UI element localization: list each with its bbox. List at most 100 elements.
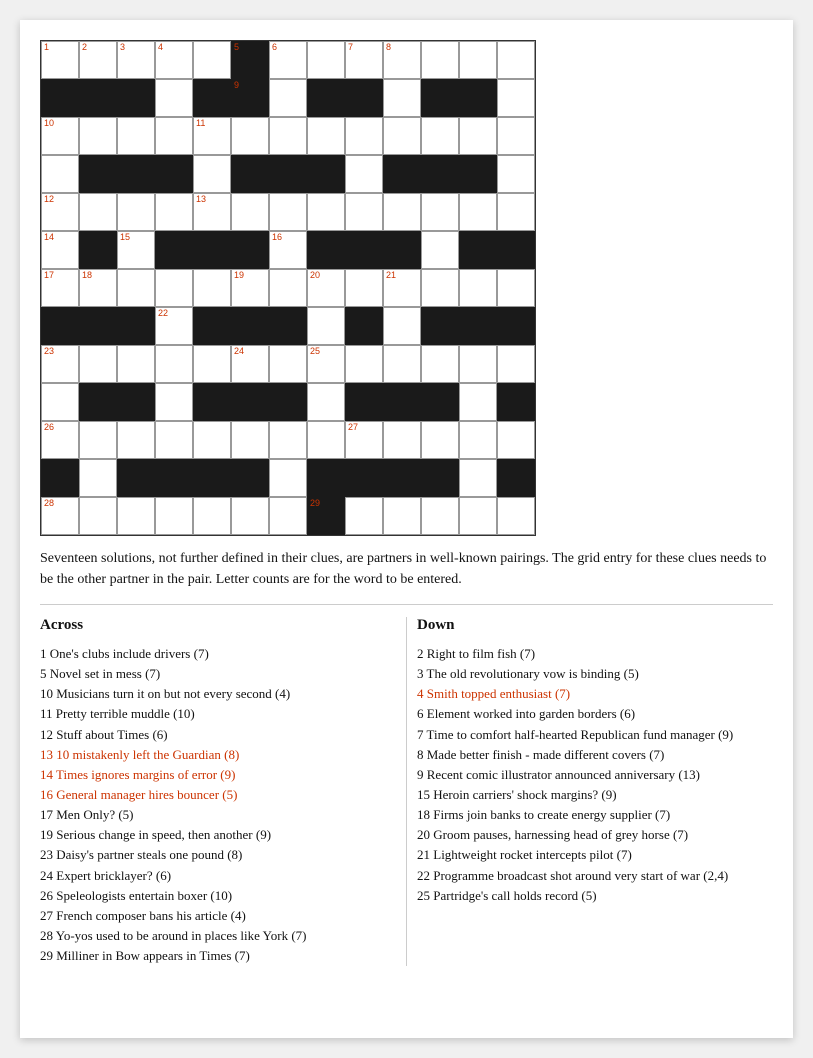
cell-r10-c11 <box>459 421 497 459</box>
clue-item: 27 French composer bans his article (4) <box>40 906 396 926</box>
cell-r10-c7 <box>307 421 345 459</box>
cell-r2-c10 <box>421 117 459 155</box>
cell-r6-c3 <box>155 269 193 307</box>
cell-r6-c7: 20 <box>307 269 345 307</box>
cell-r4-c7 <box>307 193 345 231</box>
cell-r10-c12 <box>497 421 535 459</box>
cell-r8-c12 <box>497 345 535 383</box>
cell-r6-c5: 19 <box>231 269 269 307</box>
cell-r4-c4: 13 <box>193 193 231 231</box>
cell-r5-c0: 14 <box>41 231 79 269</box>
cell-r8-c4 <box>193 345 231 383</box>
cell-r1-c1 <box>79 79 117 117</box>
clue-item: 3 The old revolutionary vow is binding (… <box>417 664 773 684</box>
cell-r0-c12 <box>497 41 535 79</box>
cell-r11-c12 <box>497 459 535 497</box>
cell-r11-c3 <box>155 459 193 497</box>
cell-r3-c10 <box>421 155 459 193</box>
cell-number-16: 16 <box>272 233 282 242</box>
cell-r2-c8 <box>345 117 383 155</box>
cell-r5-c3 <box>155 231 193 269</box>
clue-item: 23 Daisy's partner steals one pound (8) <box>40 845 396 865</box>
cell-r10-c5 <box>231 421 269 459</box>
cell-r2-c11 <box>459 117 497 155</box>
cell-r2-c12 <box>497 117 535 155</box>
cell-r1-c8 <box>345 79 383 117</box>
clue-item: 25 Partridge's call holds record (5) <box>417 886 773 906</box>
cell-r6-c4 <box>193 269 231 307</box>
cell-r0-c11 <box>459 41 497 79</box>
clue-item: 29 Milliner in Bow appears in Times (7) <box>40 946 396 966</box>
cell-r7-c1 <box>79 307 117 345</box>
cell-number-27: 27 <box>348 423 358 432</box>
cell-r6-c1: 18 <box>79 269 117 307</box>
cell-r9-c6 <box>269 383 307 421</box>
cell-number-9: 9 <box>234 81 239 90</box>
cell-r7-c9 <box>383 307 421 345</box>
cell-r4-c11 <box>459 193 497 231</box>
cell-r0-c10 <box>421 41 459 79</box>
clue-item: 2 Right to film fish (7) <box>417 644 773 664</box>
cell-r10-c0: 26 <box>41 421 79 459</box>
cell-r8-c5: 24 <box>231 345 269 383</box>
cell-number-5: 5 <box>234 43 239 52</box>
cell-number-17: 17 <box>44 271 54 280</box>
cell-r8-c11 <box>459 345 497 383</box>
cell-r4-c0: 12 <box>41 193 79 231</box>
cell-r4-c1 <box>79 193 117 231</box>
cell-number-7: 7 <box>348 43 353 52</box>
cell-r0-c4 <box>193 41 231 79</box>
clue-item: 10 Musicians turn it on but not every se… <box>40 684 396 704</box>
clue-item: 18 Firms join banks to create energy sup… <box>417 805 773 825</box>
crossword-grid: 1234567891011121314151617181920212223242… <box>40 40 536 536</box>
cell-r11-c8 <box>345 459 383 497</box>
cell-r9-c8 <box>345 383 383 421</box>
cell-r11-c9 <box>383 459 421 497</box>
clue-item: 20 Groom pauses, harnessing head of grey… <box>417 825 773 845</box>
cell-r8-c3 <box>155 345 193 383</box>
cell-r7-c10 <box>421 307 459 345</box>
cell-r4-c8 <box>345 193 383 231</box>
cell-r1-c12 <box>497 79 535 117</box>
cell-r1-c2 <box>117 79 155 117</box>
cell-r8-c8 <box>345 345 383 383</box>
across-heading: Across <box>40 617 396 634</box>
cell-r1-c9 <box>383 79 421 117</box>
clue-item: 17 Men Only? (5) <box>40 805 396 825</box>
cell-r1-c3 <box>155 79 193 117</box>
down-clues-list: 2 Right to film fish (7)3 The old revolu… <box>417 644 773 906</box>
cell-r4-c6 <box>269 193 307 231</box>
cell-number-15: 15 <box>120 233 130 242</box>
cell-r11-c10 <box>421 459 459 497</box>
cell-r9-c7 <box>307 383 345 421</box>
cell-number-25: 25 <box>310 347 320 356</box>
cell-r10-c2 <box>117 421 155 459</box>
cell-number-2: 2 <box>82 43 87 52</box>
cell-r3-c12 <box>497 155 535 193</box>
cell-r4-c9 <box>383 193 421 231</box>
cell-r1-c0 <box>41 79 79 117</box>
cell-r3-c7 <box>307 155 345 193</box>
cell-r2-c3 <box>155 117 193 155</box>
clue-item: 21 Lightweight rocket intercepts pilot (… <box>417 845 773 865</box>
cell-r3-c11 <box>459 155 497 193</box>
cell-r0-c2: 3 <box>117 41 155 79</box>
cell-number-23: 23 <box>44 347 54 356</box>
cell-r5-c11 <box>459 231 497 269</box>
cell-r12-c1 <box>79 497 117 535</box>
cell-number-20: 20 <box>310 271 320 280</box>
cell-r7-c7 <box>307 307 345 345</box>
cell-r11-c1 <box>79 459 117 497</box>
cell-r5-c6: 16 <box>269 231 307 269</box>
cell-r5-c9 <box>383 231 421 269</box>
cell-r10-c6 <box>269 421 307 459</box>
description: Seventeen solutions, not further defined… <box>40 548 773 590</box>
cell-r2-c6 <box>269 117 307 155</box>
cell-r1-c5: 9 <box>231 79 269 117</box>
across-clues-col: Across 1 One's clubs include drivers (7)… <box>40 617 406 966</box>
cell-r7-c12 <box>497 307 535 345</box>
cell-r9-c5 <box>231 383 269 421</box>
cell-r3-c5 <box>231 155 269 193</box>
cell-r12-c12 <box>497 497 535 535</box>
cell-number-1: 1 <box>44 43 49 52</box>
